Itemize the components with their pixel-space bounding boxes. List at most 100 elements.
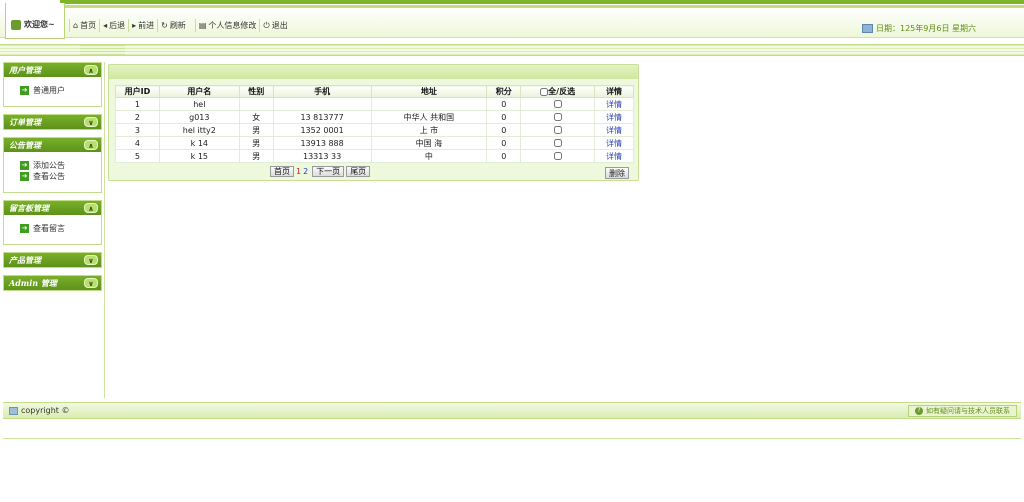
select-all-label: 全/反选 — [548, 87, 576, 96]
cell-user-id: 3 — [115, 123, 160, 137]
row-checkbox[interactable] — [553, 126, 562, 134]
sidebar-module-title: 用户管理 — [9, 64, 41, 75]
home-icon: ⌂ — [73, 21, 79, 30]
detail-link[interactable]: 详情 — [594, 123, 634, 137]
sidebar-item-label: 添加公告 — [33, 161, 65, 170]
column-header: 用户名 — [158, 85, 240, 98]
sidebar-item-label: 查看公告 — [33, 172, 65, 181]
cell-user-id: 4 — [115, 136, 160, 150]
copyright-area: copyright © — [9, 406, 69, 415]
footer: copyright © ? 如有疑问请与技术人员联系 — [3, 402, 1021, 419]
cell-user-id: 2 — [115, 110, 160, 124]
detail-link[interactable]: 详情 — [594, 149, 634, 163]
first-page-button[interactable]: 首页 — [270, 166, 294, 177]
toolbar-button-2[interactable]: ▸ 前进 — [128, 19, 157, 32]
row-checkbox[interactable] — [553, 152, 562, 160]
toolbar-button-1[interactable]: ◂ 后退 — [99, 19, 128, 32]
page-number-link[interactable]: 2 — [303, 167, 308, 176]
row-checkbox[interactable] — [553, 139, 562, 147]
column-header: 地址 — [370, 85, 488, 98]
sidebar-item[interactable]: ➔ 查看留言 — [20, 223, 101, 234]
table-row: 3 hel itty2 男 1352 0001 上 市 0 详情 — [115, 123, 634, 137]
sidebar-module-title: 产品管理 — [9, 254, 41, 265]
arrow-right-icon: ➔ — [20, 86, 29, 95]
toolbar-label: 个人信息修改 — [208, 21, 257, 30]
toolbar-label: 后退 — [109, 21, 126, 30]
cell-gender: 男 — [238, 136, 274, 150]
sidebar-item-label: 普通用户 — [33, 86, 65, 95]
table-row: 1 hel 0 详情 — [115, 97, 634, 111]
date-text: 日期：125年9月6日 星期六 — [876, 24, 976, 33]
sidebar-module-header[interactable]: 订单管理 ∨ — [4, 115, 101, 129]
detail-link[interactable]: 详情 — [594, 136, 634, 150]
toolbar-button-3[interactable]: ↻ 刷新 — [157, 19, 189, 32]
sidebar-item[interactable]: ➔ 添加公告 — [20, 160, 101, 171]
content-panel: 用户ID 用户名 性别 手机 地址 积分 全/反选 详情 1 hel 0 详情 2 g013 女 13 81… — [108, 64, 639, 181]
table-row: 2 g013 女 13 813777 中华人 共和国 0 详情 — [115, 110, 634, 124]
cell-select — [520, 97, 596, 111]
column-header: 积分 — [486, 85, 522, 98]
next-page-button[interactable]: 下一页 — [312, 166, 345, 177]
select-all-checkbox[interactable] — [540, 87, 549, 96]
copyright-text: copyright © — [21, 406, 70, 415]
toolbar-button-0[interactable]: ⌂ 首页 — [69, 19, 99, 32]
column-header: 性别 — [238, 85, 274, 98]
sidebar-module-title: 订单管理 — [9, 116, 41, 127]
toolbar-button-4[interactable]: ▤ 个人信息修改 — [194, 19, 260, 32]
cell-user-id: 1 — [115, 97, 160, 111]
toggle-icon[interactable]: ∧ — [84, 203, 98, 213]
column-header: 详情 — [594, 85, 634, 98]
cell-address — [370, 97, 488, 111]
detail-link[interactable]: 详情 — [594, 97, 634, 111]
cell-gender — [238, 97, 274, 111]
cell-address: 中国 海 — [370, 136, 488, 150]
row-checkbox[interactable] — [553, 100, 562, 108]
toggle-icon[interactable]: ∨ — [84, 278, 98, 288]
sidebar-module-2: 公告管理 ∧ ➔ 添加公告 ➔ 查看公告 — [3, 137, 102, 193]
toggle-icon[interactable]: ∨ — [84, 255, 98, 265]
sidebar-item[interactable]: ➔ 查看公告 — [20, 171, 101, 182]
table-body: 1 hel 0 详情 2 g013 女 13 813777 中华人 共和国 0 详情 3 hel itt… — [115, 97, 634, 163]
header-band — [0, 44, 1024, 56]
calendar-icon — [862, 24, 873, 33]
cell-points: 0 — [486, 136, 522, 150]
user-icon — [11, 19, 21, 30]
footer-divider — [3, 438, 1021, 439]
toolbar-label: 退出 — [271, 21, 288, 30]
help-text: 如有疑问请与技术人员联系 — [926, 407, 1010, 415]
table-row: 4k 14 男 13913 888 中国 海 0 详情 — [115, 136, 634, 150]
sidebar-module-header[interactable]: Admin 管理 ∨ — [4, 276, 101, 290]
sidebar-module-header[interactable]: 公告管理 ∧ — [4, 138, 101, 152]
sidebar-module-3: 留言板管理 ∧ ➔ 查看留言 — [3, 200, 102, 245]
help-note: ? 如有疑问请与技术人员联系 — [908, 405, 1017, 417]
last-page-button[interactable]: 尾页 — [346, 166, 371, 177]
panel-header — [109, 65, 638, 79]
sidebar-module-header[interactable]: 产品管理 ∨ — [4, 253, 101, 267]
row-checkbox[interactable] — [553, 113, 562, 121]
cell-points: 0 — [486, 97, 522, 111]
column-header: 全/反选 — [520, 85, 596, 98]
sidebar-module-4: 产品管理 ∨ — [3, 252, 102, 268]
cell-points: 0 — [486, 110, 522, 124]
detail-link[interactable]: 详情 — [594, 110, 634, 124]
sidebar-module-5: Admin 管理 ∨ — [3, 275, 102, 291]
delete-button[interactable]: 删除 — [605, 167, 629, 179]
pager: 首页 1 2 下一页 尾页 — [270, 166, 371, 177]
toggle-icon[interactable]: ∧ — [84, 65, 98, 75]
arrow-right-icon: ➔ — [20, 224, 29, 233]
header-stripe — [60, 0, 1024, 4]
arrow-right-icon: ➔ — [20, 172, 29, 181]
sidebar-module-1: 订单管理 ∨ — [3, 114, 102, 130]
toggle-icon[interactable]: ∨ — [84, 117, 98, 127]
sidebar-module-header[interactable]: 留言板管理 ∧ — [4, 201, 101, 215]
cell-username: hel itty2 — [158, 123, 240, 137]
cell-user-id: 5 — [115, 149, 160, 163]
cell-points: 0 — [486, 123, 522, 137]
cell-phone — [272, 97, 372, 111]
forward-icon: ▸ — [132, 21, 137, 30]
toolbar-button-5[interactable]: ⏻ 退出 — [259, 19, 290, 32]
sidebar-item[interactable]: ➔ 普通用户 — [20, 85, 101, 96]
sidebar-module-body: ➔ 查看留言 — [4, 215, 101, 244]
sidebar-module-header[interactable]: 用户管理 ∧ — [4, 63, 101, 77]
toggle-icon[interactable]: ∧ — [84, 140, 98, 150]
